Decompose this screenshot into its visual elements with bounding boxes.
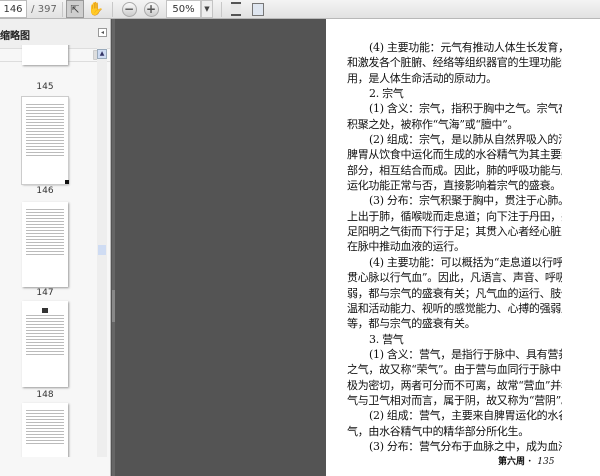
scroll-up-icon[interactable]: ▲ (97, 49, 107, 59)
text-line: 和激发各个脏腑、经络等组织器官的生理功能的作 (347, 56, 562, 70)
text-line: 脾胃从饮食中运化而生成的水谷精气为其主要组成 (347, 148, 562, 162)
page-thumbnail[interactable] (22, 301, 68, 387)
text-line: (2) 组成：营气，主要来自脾胃运化的水谷精 (369, 409, 562, 423)
text-line: (4) 主要功能：元气有推动人体生长发育，温煦 (369, 41, 562, 54)
select-tool-icon[interactable]: ⇱ (66, 0, 84, 18)
panel-title: 缩略图 (0, 31, 30, 42)
text-line: (3) 分布：宗气积聚于胸中，贯注于心肺。其向 (369, 194, 562, 208)
text-line: 积聚之处，被称作“气海”或“膻中”。 (347, 117, 519, 131)
footer-chapter: 第六周 · (498, 457, 532, 467)
panel-splitter[interactable] (112, 19, 115, 476)
scroll-thumb[interactable] (98, 245, 106, 255)
text-line: 上出于肺，循喉咙而走息道；向下注于丹田，并注入 (347, 209, 562, 223)
separator (221, 2, 222, 17)
thumbnail-label: 145 (36, 82, 54, 92)
page-total: / 397 (31, 3, 57, 15)
text-line: 等，都与宗气的盛衰有关。 (347, 317, 476, 331)
thumbnail-label: 147 (36, 288, 54, 298)
text-line: (3) 分布：营气分布于血脉之中，成为血液的组 (369, 439, 562, 453)
collapse-panel-button[interactable]: ◂ (98, 28, 107, 37)
page-number: 135 (537, 457, 555, 467)
thumbnail-label: 146 (36, 186, 54, 196)
text-line: 贯心脉以行气血”。因此，凡语言、声音、呼吸的强 (347, 271, 562, 285)
text-line: 足阳明之气街而下行于足；其贯入心者经心脏入脉， (347, 225, 562, 239)
toolbar: 146 / 397 ⇱ ✋ − + 50% ▼ (0, 0, 600, 19)
page-thumbnail-selected[interactable] (21, 96, 69, 185)
text-line: 在脉中推动血液的运行。 (347, 240, 465, 254)
minus-icon: − (121, 1, 137, 17)
zoom-out-button[interactable]: − (120, 0, 138, 18)
text-line: 运化功能正常与否，直接影响着宗气的盛衰。 (347, 179, 561, 193)
text-line: 2. 宗气 (369, 87, 404, 101)
text-line: 弱，都与宗气的盛衰有关；凡气血的运行、肢体的寒 (347, 286, 562, 300)
thumbnail-list: 145 146 147 148 (0, 45, 96, 457)
text-line: (1) 含义：宗气，指积于胸中之气。宗气在胸中 (369, 102, 562, 116)
text-line: 用，是人体生命活动的原动力。 (347, 71, 497, 85)
resize-handle[interactable] (65, 180, 69, 184)
separator (112, 2, 113, 17)
text-line: 部分，相互结合而成。因此，肺的呼吸功能与脾胃的 (347, 163, 562, 177)
full-screen-icon[interactable] (251, 0, 265, 18)
text-line: (4) 主要功能：可以概括为“走息道以行呼吸， (369, 255, 562, 269)
zoom-in-button[interactable]: + (142, 0, 160, 18)
text-line: 3. 营气 (369, 332, 404, 346)
zoom-level-input[interactable]: 50% (166, 0, 201, 18)
page-thumbnail[interactable] (22, 202, 68, 287)
text-line: 气，由水谷精气中的精华部分所化生。 (347, 424, 529, 438)
plus-icon: + (143, 1, 159, 17)
text-line: (1) 含义：营气，是指行于脉中、具有营养作用 (369, 347, 562, 361)
text-line: (2) 组成：宗气，是以肺从自然界吸入的清气和 (369, 133, 562, 147)
thumbnail-scrollbar[interactable]: ▲ (97, 45, 107, 457)
text-line: 之气，故又称“荣气”。由于营与血同行于脉中，关系 (347, 363, 562, 377)
page-footer: 第六周 · 135 (498, 454, 554, 467)
chevron-down-icon[interactable]: ▼ (201, 0, 213, 18)
page-thumbnail[interactable] (22, 403, 68, 457)
text-line: 温和活动能力、视听的感觉能力、心搏的强弱及节律 (347, 301, 562, 315)
page-thumbnail[interactable] (22, 45, 68, 65)
text-line: 极为密切，两者可分而不可离，故常“营血”并称。营 (347, 378, 562, 392)
hand-tool-icon[interactable]: ✋ (88, 0, 104, 18)
separator (62, 2, 63, 17)
splitter-grip[interactable] (112, 290, 115, 322)
fit-page-icon[interactable] (229, 0, 243, 18)
page-text: (4) 主要功能：元气有推动人体生长发育，温煦和激发各个脏腑、经络等组织器官的生… (347, 40, 562, 454)
document-page: (4) 主要功能：元气有推动人体生长发育，温煦和激发各个脏腑、经络等组织器官的生… (326, 19, 600, 476)
text-line: 气与卫气相对而言，属于阴，故又称为“营阴”。 (347, 393, 562, 407)
thumbnail-label: 148 (36, 390, 54, 400)
page-number-input[interactable]: 146 (0, 0, 27, 18)
